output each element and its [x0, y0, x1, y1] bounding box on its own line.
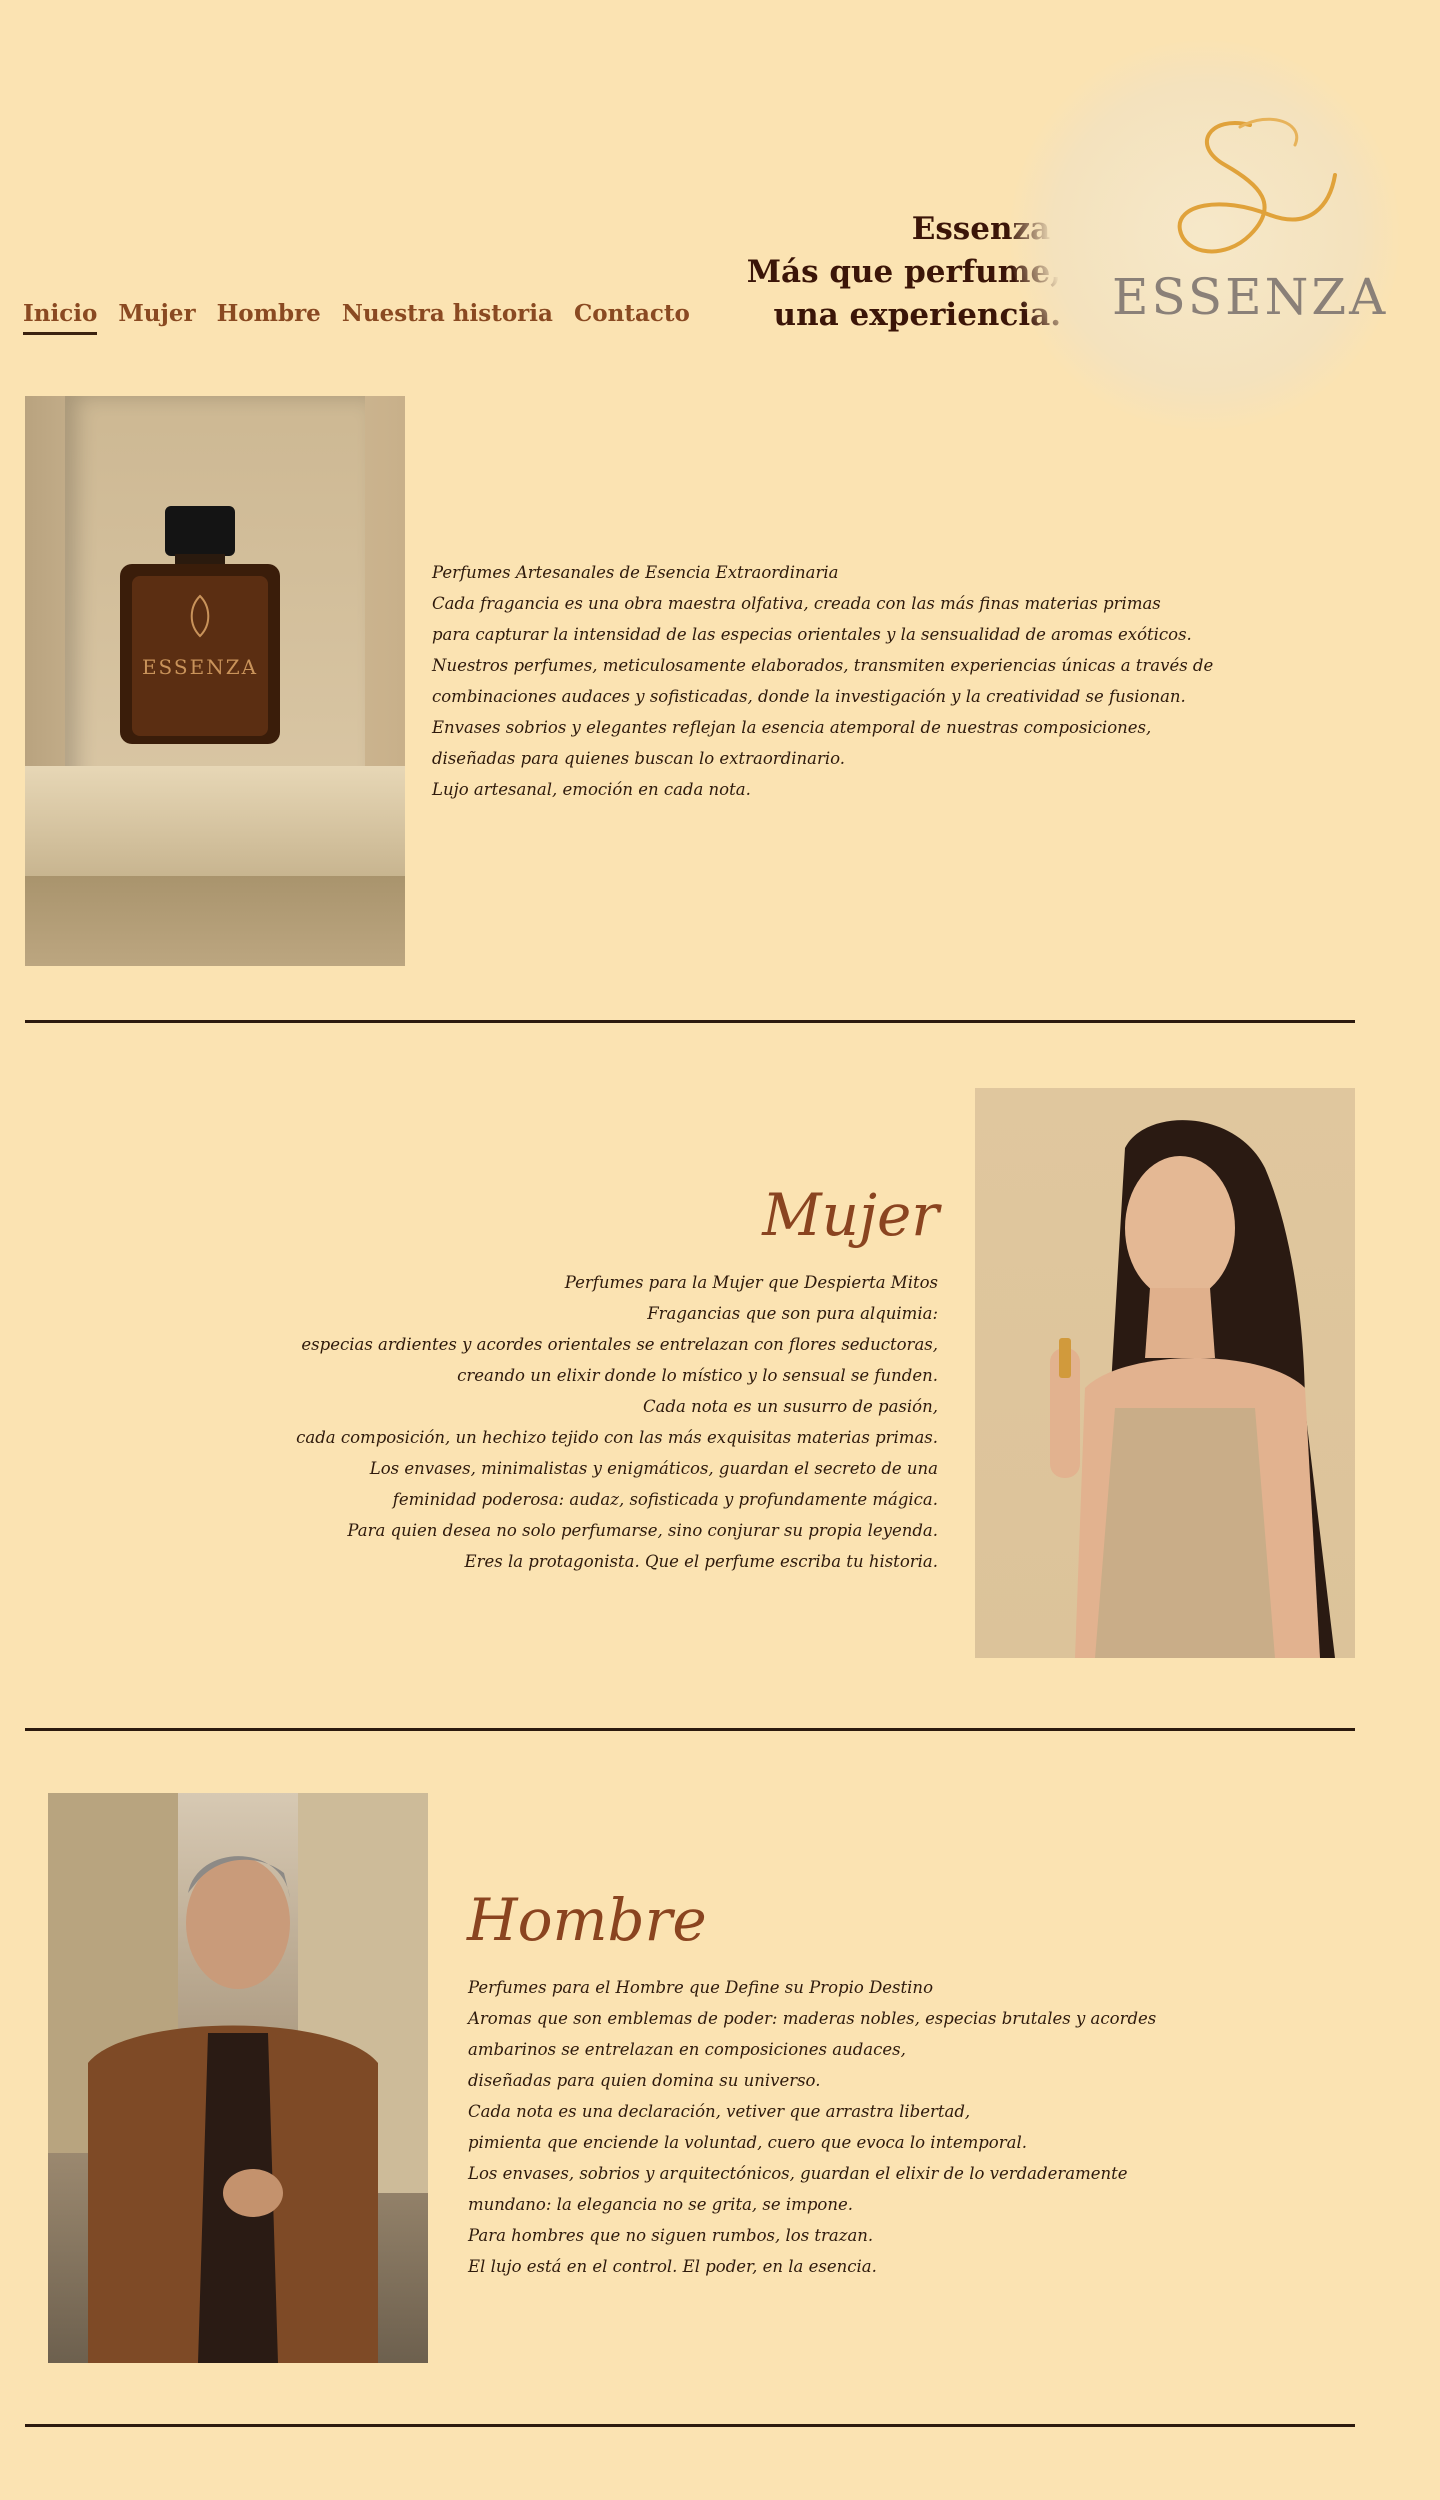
image-shelf-edge: [25, 876, 405, 966]
hombre-line: ambarinos se entrelazan en composiciones…: [468, 2040, 906, 2059]
mujer-line: Los envases, minimalistas y enigmáticos,…: [369, 1459, 938, 1478]
logo-wordmark: ESSENZA: [1112, 268, 1389, 326]
hombre-line: Aromas que son emblemas de poder: madera…: [468, 2009, 1157, 2028]
hombre-line: Los envases, sobrios y arquitectónicos, …: [468, 2164, 1128, 2183]
hombre-line: mundano: la elegancia no se grita, se im…: [468, 2195, 853, 2214]
hombre-line: Perfumes para el Hombre que Define su Pr…: [468, 1978, 933, 1997]
intro-line: Nuestros perfumes, meticulosamente elabo…: [432, 656, 1214, 675]
intro-line: Envases sobrios y elegantes reflejan la …: [432, 718, 1152, 737]
hombre-line: diseñadas para quien domina su universo.: [468, 2071, 821, 2090]
intro-line: Lujo artesanal, emoción en cada nota.: [432, 780, 751, 799]
mujer-line: Fragancias que son pura alquimia:: [647, 1304, 938, 1323]
man-figure-icon: [48, 1793, 428, 2363]
mujer-line: feminidad poderosa: audaz, sofisticada y…: [392, 1490, 938, 1509]
mujer-line: especias ardientes y acordes orientales …: [301, 1335, 938, 1354]
section-title-mujer: Mujer: [762, 1181, 939, 1249]
nav-item-mujer[interactable]: Mujer: [118, 300, 195, 335]
intro-line: Cada fragancia es una obra maestra olfat…: [432, 594, 1161, 613]
mujer-line: Cada nota es un susurro de pasión,: [642, 1397, 938, 1416]
nav-item-hombre[interactable]: Hombre: [217, 300, 321, 335]
mujer-line: Perfumes para la Mujer que Despierta Mit…: [564, 1273, 938, 1292]
mujer-line: Para quien desea no solo perfumarse, sin…: [347, 1521, 938, 1540]
hombre-text: Perfumes para el Hombre que Define su Pr…: [468, 1972, 1188, 2282]
hombre-line: Cada nota es una declaración, vetiver qu…: [468, 2102, 971, 2121]
mujer-line: cada composición, un hechizo tejido con …: [296, 1428, 938, 1447]
man-photo: [48, 1793, 428, 2363]
tagline-line: Essenza.: [911, 211, 1061, 247]
section-divider: [25, 2424, 1355, 2427]
mujer-line: Eres la protagonista. Que el perfume esc…: [464, 1552, 938, 1571]
header-tagline: Essenza. Más que perfume, una experienci…: [641, 208, 1061, 337]
tagline-line: una experiencia.: [773, 297, 1061, 333]
intro-text: Perfumes Artesanales de Esencia Extraord…: [432, 557, 1214, 805]
section-divider: [25, 1728, 1355, 1731]
bottle-label: ESSENZA: [142, 655, 258, 679]
image-shelf: [25, 766, 405, 876]
intro-line: Perfumes Artesanales de Esencia Extraord…: [432, 563, 839, 582]
perfume-bottle-icon: ESSENZA: [120, 506, 280, 744]
section-title-hombre: Hombre: [467, 1886, 707, 1954]
hombre-line: pimienta que enciende la voluntad, cuero…: [468, 2133, 1027, 2152]
nav-item-nuestra-historia[interactable]: Nuestra historia: [342, 300, 553, 335]
intro-line: diseñadas para quienes buscan lo extraor…: [432, 749, 846, 768]
woman-figure-icon: [1050, 1120, 1335, 1658]
tagline-line: Más que perfume,: [746, 254, 1061, 290]
intro-line: para capturar la intensidad de las espec…: [432, 625, 1192, 644]
mujer-text: Perfumes para la Mujer que Despierta Mit…: [238, 1267, 938, 1577]
hombre-line: Para hombres que no siguen rumbos, los t…: [468, 2226, 874, 2245]
section-divider: [25, 1020, 1355, 1023]
intro-line: combinaciones audaces y sofisticadas, do…: [432, 687, 1186, 706]
hombre-line: El lujo está en el control. El poder, en…: [468, 2257, 877, 2276]
product-bottle-image: ESSENZA: [25, 396, 405, 966]
mujer-line: creando un elixir donde lo místico y lo …: [457, 1366, 938, 1385]
nav-item-inicio[interactable]: Inicio: [23, 300, 98, 335]
woman-photo: [975, 1088, 1355, 1658]
main-nav: Inicio Mujer Hombre Nuestra historia Con…: [23, 300, 690, 335]
logo-s-flourish-icon: [1177, 117, 1337, 254]
